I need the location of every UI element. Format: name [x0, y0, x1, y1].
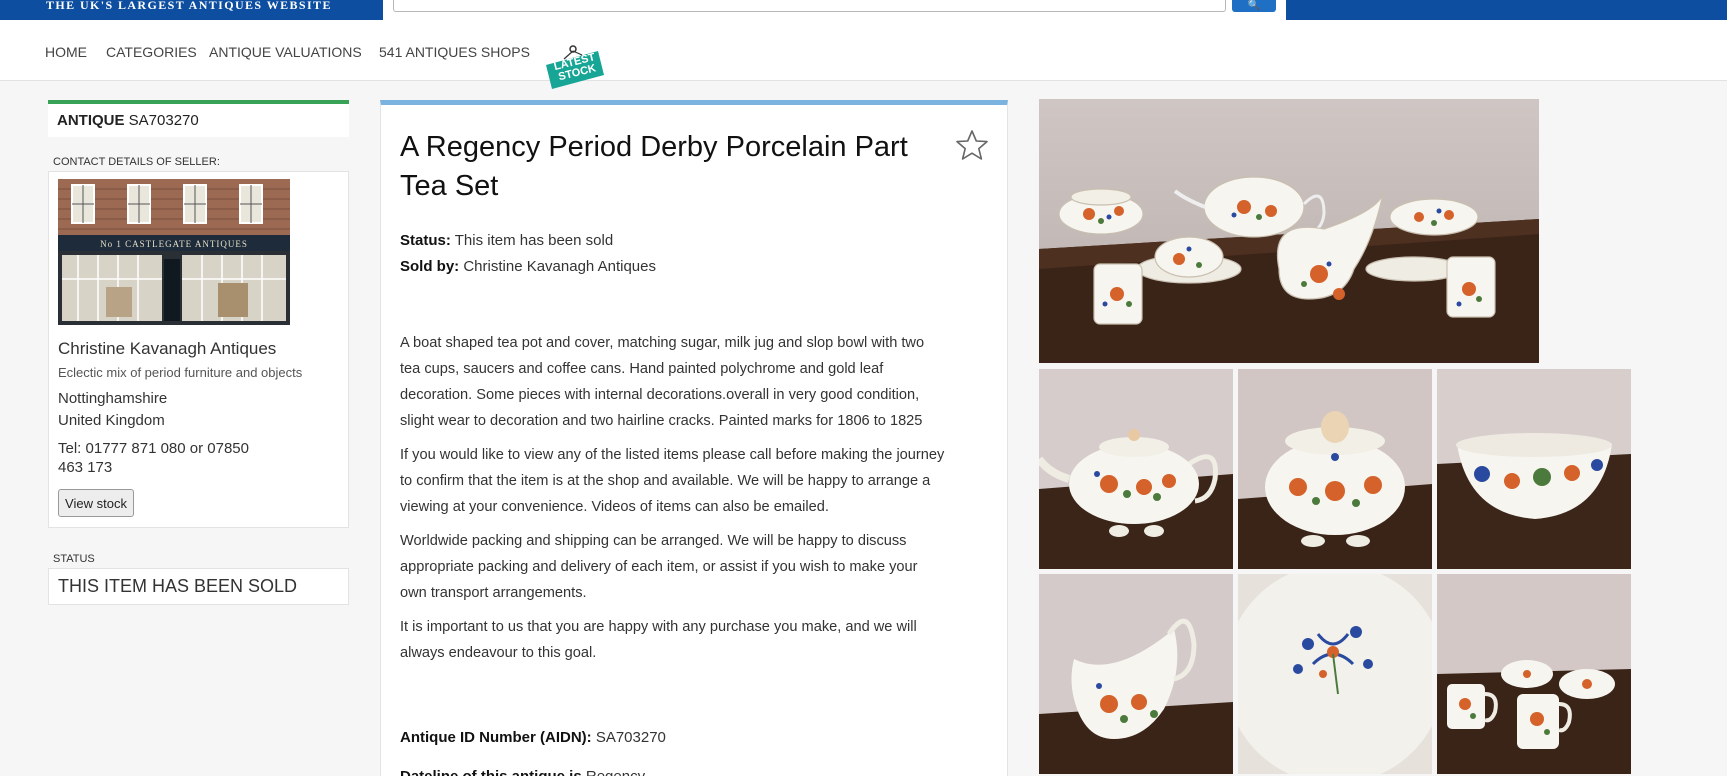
nav-categories[interactable]: CATEGORIES — [106, 44, 197, 60]
top-banner: THE UK'S LARGEST ANTIQUES WEBSITE 🔍 — [0, 0, 1727, 20]
gallery-thumbnail-slop-bowl[interactable] — [1437, 369, 1631, 569]
status-label: STATUS — [53, 553, 95, 565]
status-line-value: This item has been sold — [454, 232, 614, 249]
seller-country: United Kingdom — [58, 412, 165, 429]
dateline-label: Dateline of this antique is — [400, 768, 582, 776]
sold-by-line: Sold by: Christine Kavanagh Antiques — [400, 258, 656, 275]
description-paragraph: If you would like to view any of the lis… — [400, 447, 945, 515]
aidn-line: Antique ID Number (AIDN): SA703270 — [400, 729, 666, 746]
nav-antiques-shops[interactable]: 541 ANTIQUES SHOPS — [379, 44, 530, 60]
sold-by-label: Sold by: — [400, 258, 460, 275]
seller-county: Nottinghamshire — [58, 390, 168, 407]
status-line-label: Status: — [400, 232, 451, 249]
aidn-value: SA703270 — [595, 729, 666, 746]
seller-telephone: Tel: 01777 871 080 or 07850 463 173 — [58, 440, 249, 476]
antique-id-box: ANTIQUE SA703270 — [48, 100, 349, 137]
nav-home[interactable]: HOME — [45, 44, 87, 60]
search-input[interactable] — [393, 0, 1226, 12]
contact-details-label: CONTACT DETAILS OF SELLER: — [53, 156, 220, 168]
item-details-card: A Regency Period Derby Porcelain Part Te… — [380, 100, 1008, 776]
site-tagline: THE UK'S LARGEST ANTIQUES WEBSITE — [46, 0, 332, 12]
view-stock-button[interactable]: View stock — [58, 489, 134, 517]
item-title: A Regency Period Derby Porcelain Part Te… — [400, 131, 908, 202]
sold-by-value[interactable]: Christine Kavanagh Antiques — [463, 258, 656, 275]
description-paragraph: A boat shaped tea pot and cover, matchin… — [400, 335, 925, 429]
status-line: Status: This item has been sold — [400, 232, 613, 249]
gallery-thumbnail-sugar-bowl[interactable] — [1238, 369, 1432, 569]
main-nav: HOME CATEGORIES ANTIQUE VALUATIONS 541 A… — [0, 20, 1727, 89]
main-product-image[interactable] — [1039, 99, 1539, 363]
item-description: A boat shaped tea pot and cover, matchin… — [400, 330, 945, 674]
search-icon: 🔍 — [1247, 0, 1261, 11]
seller-name[interactable]: Christine Kavanagh Antiques — [58, 339, 276, 359]
seller-card: No 1 CASTLEGATE ANTIQUES Christine Kavan… — [48, 171, 349, 528]
gallery-thumbnail-milk-jug[interactable] — [1039, 574, 1233, 774]
latest-stock-badge[interactable]: LATEST STOCK — [544, 45, 606, 89]
gallery-thumbnail-bowl-interior[interactable] — [1238, 574, 1432, 774]
shop-front-photo[interactable]: No 1 CASTLEGATE ANTIQUES — [58, 179, 290, 325]
description-paragraph: Worldwide packing and shipping can be ar… — [400, 533, 918, 601]
seller-description: Eclectic mix of period furniture and obj… — [58, 365, 303, 380]
antique-id: SA703270 — [128, 112, 199, 129]
search-button[interactable]: 🔍 — [1232, 0, 1276, 12]
gallery-thumbnail-teapot[interactable] — [1039, 369, 1233, 569]
dateline-line: Dateline of this antique is Regency — [400, 768, 645, 776]
nav-antique-valuations[interactable]: ANTIQUE VALUATIONS — [209, 44, 362, 60]
gallery-thumbnail-cups[interactable] — [1437, 574, 1631, 774]
favourite-star-icon[interactable] — [955, 129, 989, 166]
antique-label: ANTIQUE — [57, 112, 125, 129]
description-paragraph: It is important to us that you are happy… — [400, 619, 917, 661]
status-box: THIS ITEM HAS BEEN SOLD — [48, 568, 349, 605]
dateline-value[interactable]: Regency — [586, 768, 645, 776]
svg-text:No 1 CASTLEGATE ANTIQUES: No 1 CASTLEGATE ANTIQUES — [100, 239, 248, 249]
search-bar: 🔍 — [383, 0, 1286, 20]
aidn-label: Antique ID Number (AIDN): — [400, 729, 592, 746]
